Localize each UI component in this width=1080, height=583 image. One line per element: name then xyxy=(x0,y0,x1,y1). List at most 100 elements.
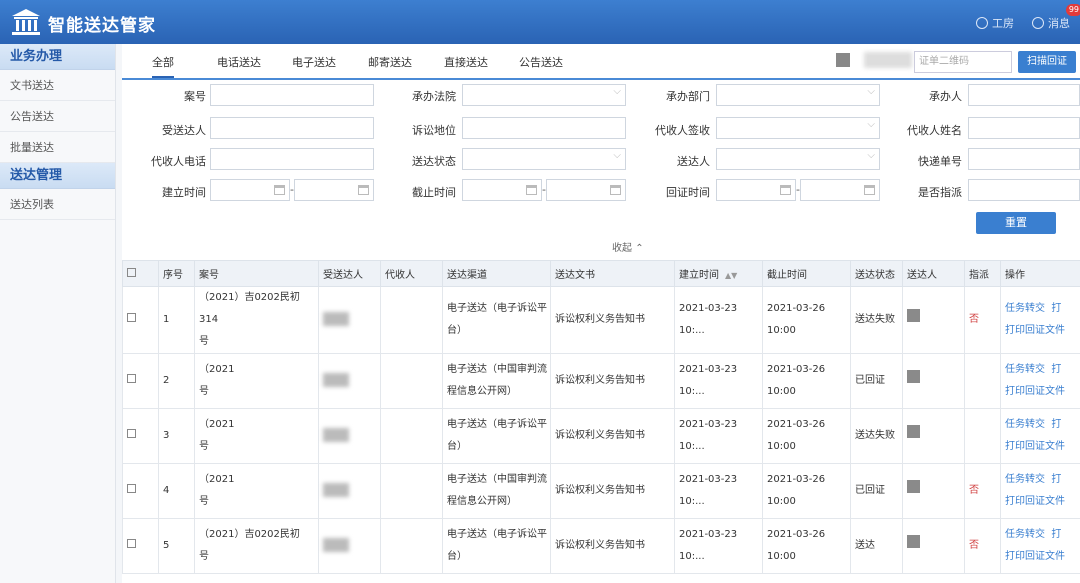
print-link[interactable]: 打 xyxy=(1051,529,1061,540)
app-header: 智能送达管家 工房 消息 99 xyxy=(0,0,1080,44)
collapse-toggle[interactable]: 收起 ⌃ xyxy=(612,239,644,254)
reset-button[interactable]: 重置 xyxy=(976,212,1056,234)
tab-mail[interactable]: 邮寄送达 xyxy=(368,54,412,70)
tracking-no-input[interactable] xyxy=(968,148,1080,170)
deadline-start[interactable] xyxy=(462,179,542,201)
label-agent-phone: 代收人电话 xyxy=(151,155,206,168)
case-no-input[interactable] xyxy=(210,84,374,106)
cell-recipient xyxy=(318,286,381,354)
cell-agent xyxy=(380,286,443,354)
col-case-no: 案号 xyxy=(194,260,319,287)
cell-deliverer xyxy=(902,353,965,409)
delivery-table: 序号 案号 受送达人 代收人 送达渠道 送达文书 建立时间 ▲▼ 截止时间 送达状… xyxy=(122,260,1080,574)
calendar-icon xyxy=(274,185,285,195)
transfer-task-link[interactable]: 任务转交 xyxy=(1005,474,1045,485)
redacted-recipient xyxy=(323,312,349,326)
print-link[interactable]: 打 xyxy=(1051,303,1061,314)
col-channel: 送达渠道 xyxy=(442,260,551,287)
assigned-select[interactable] xyxy=(968,179,1080,201)
redacted-deliverer xyxy=(907,425,920,438)
table-row[interactable]: 3 （2021 号 电子送达（电子诉讼平台） 诉讼权利义务告知书 2021-03-23 1… xyxy=(122,408,1080,464)
tab-direct[interactable]: 直接送达 xyxy=(444,54,488,70)
print-receipt-link[interactable]: 打印回证文件 xyxy=(1005,320,1080,342)
created-time-start[interactable] xyxy=(210,179,290,201)
cell-agent xyxy=(380,408,443,464)
agent-name-input[interactable] xyxy=(968,117,1080,139)
table-row[interactable]: 5 （2021）吉0202民初号电子送达（电子诉讼平台） 诉讼权利义务告知书 2021… xyxy=(122,518,1080,574)
row-checkbox[interactable] xyxy=(127,313,136,322)
print-link[interactable]: 打 xyxy=(1051,419,1061,430)
handler-input[interactable] xyxy=(968,84,1080,106)
row-checkbox[interactable] xyxy=(127,539,136,548)
tab-electronic[interactable]: 电子送达 xyxy=(292,54,336,70)
cell-channel: 电子送达（中国审判流程信息公开网） xyxy=(442,353,551,409)
deliverer-select[interactable] xyxy=(716,148,880,170)
tab-phone[interactable]: 电话送达 xyxy=(217,54,261,70)
cell-status: 送达 xyxy=(850,518,903,574)
cell-document: 诉讼权利义务告知书 xyxy=(550,353,675,409)
recipient-input[interactable] xyxy=(210,117,374,139)
print-receipt-link[interactable]: 打印回证文件 xyxy=(1005,436,1080,458)
agent-phone-input[interactable] xyxy=(210,148,374,170)
created-time-end[interactable] xyxy=(294,179,374,201)
col-deadline: 截止时间 xyxy=(762,260,851,287)
deadline-end[interactable] xyxy=(546,179,626,201)
cell-agent xyxy=(380,463,443,519)
print-receipt-link[interactable]: 打印回证文件 xyxy=(1005,546,1080,568)
row-checkbox[interactable] xyxy=(127,484,136,493)
table-header-row: 序号 案号 受送达人 代收人 送达渠道 送达文书 建立时间 ▲▼ 截止时间 送达状… xyxy=(122,260,1080,287)
table-row[interactable]: 2 （2021 号电子送达（中国审判流程信息公开网） 诉讼权利义务告知书 2021-03… xyxy=(122,353,1080,409)
print-receipt-link[interactable]: 打印回证文件 xyxy=(1005,381,1080,403)
sort-icon[interactable]: ▲▼ xyxy=(725,271,737,280)
label-department: 承办部门 xyxy=(666,90,710,103)
court-select[interactable] xyxy=(462,84,626,106)
cell-status: 送达失败 xyxy=(850,408,903,464)
sidebar-item-batch-delivery[interactable]: 批量送达 xyxy=(0,132,115,163)
scan-receipt-button[interactable]: 扫描回证 xyxy=(1018,51,1076,73)
sidebar-section-delivery-management[interactable]: 送达管理 xyxy=(0,163,115,189)
table-row[interactable]: 1 （2021）吉0202民初314 号电子送达（电子诉讼平台） 诉讼权利义务告知书 2… xyxy=(122,286,1080,354)
cell-actions: 任务转交 打打印回证文件 xyxy=(1000,286,1080,354)
label-assigned: 是否指派 xyxy=(918,186,962,199)
receipt-time-end[interactable] xyxy=(800,179,880,201)
col-actions: 操作 xyxy=(1000,260,1080,287)
tab-bar: 全部 电话送达 电子送达 邮寄送达 直接送达 公告送达 证单二维码 扫描回证 xyxy=(122,44,1080,80)
cell-created-time: 2021-03-23 10:... xyxy=(674,353,763,409)
row-checkbox[interactable] xyxy=(127,374,136,383)
table-row[interactable]: 4 （2021 号电子送达（中国审判流程信息公开网） 诉讼权利义务告知书 2021-03… xyxy=(122,463,1080,519)
cell-case-no: （2021）吉0202民初314 号 xyxy=(194,286,319,354)
tab-all[interactable]: 全部 xyxy=(152,54,174,78)
qr-code-input[interactable]: 证单二维码 xyxy=(914,51,1012,73)
cell-created-time: 2021-03-23 10:... xyxy=(674,286,763,354)
messages-link[interactable]: 消息 99 xyxy=(1032,4,1080,31)
agent-signed-select[interactable] xyxy=(716,117,880,139)
label-tracking-no: 快递单号 xyxy=(918,155,962,168)
message-count-badge: 99 xyxy=(1065,4,1080,16)
sidebar-item-announcement-delivery[interactable]: 公告送达 xyxy=(0,101,115,132)
cell-actions: 任务转交 打打印回证文件 xyxy=(1000,463,1080,519)
print-receipt-link[interactable]: 打印回证文件 xyxy=(1005,491,1080,513)
transfer-task-link[interactable]: 任务转交 xyxy=(1005,529,1045,540)
tab-announcement[interactable]: 公告送达 xyxy=(519,54,563,70)
cell-case-no: （2021 号 xyxy=(194,353,319,409)
department-select[interactable] xyxy=(716,84,880,106)
workbench-link[interactable]: 工房 xyxy=(976,15,1014,31)
delivery-status-select[interactable] xyxy=(462,148,626,170)
cell-assigned: 否 xyxy=(964,286,1001,354)
sidebar-section-business[interactable]: 业务办理 xyxy=(0,44,115,70)
home-icon xyxy=(976,17,988,29)
transfer-task-link[interactable]: 任务转交 xyxy=(1005,303,1045,314)
print-link[interactable]: 打 xyxy=(1051,364,1061,375)
col-created-time[interactable]: 建立时间 ▲▼ xyxy=(674,260,763,287)
litigation-status-input[interactable] xyxy=(462,117,626,139)
sidebar-item-delivery-list[interactable]: 送达列表 xyxy=(0,189,115,220)
transfer-task-link[interactable]: 任务转交 xyxy=(1005,364,1045,375)
row-checkbox[interactable] xyxy=(127,429,136,438)
transfer-task-link[interactable]: 任务转交 xyxy=(1005,419,1045,430)
sidebar-item-document-delivery[interactable]: 文书送达 xyxy=(0,70,115,101)
receipt-time-start[interactable] xyxy=(716,179,796,201)
col-document: 送达文书 xyxy=(550,260,675,287)
select-all-checkbox[interactable] xyxy=(127,267,136,277)
redacted-deliverer xyxy=(907,535,920,548)
print-link[interactable]: 打 xyxy=(1051,474,1061,485)
